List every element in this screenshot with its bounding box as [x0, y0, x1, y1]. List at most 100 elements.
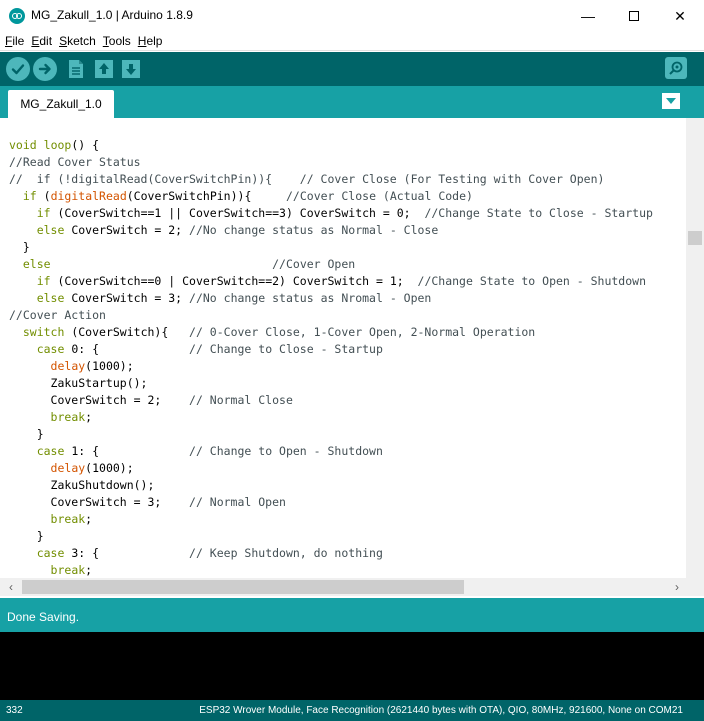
line-number: 332	[6, 705, 23, 716]
code-line[interactable]: else CoverSwitch = 3; //No change status…	[9, 290, 685, 307]
code-token: void	[9, 138, 37, 152]
code-line[interactable]: case 1: { // Change to Open - Shutdown	[9, 443, 685, 460]
code-line[interactable]: void loop() {	[9, 137, 685, 154]
code-token: (CoverSwitch==0 | CoverSwitch==2) CoverS…	[50, 274, 418, 288]
upload-button[interactable]	[33, 57, 57, 81]
code-token: ;	[85, 512, 93, 526]
code-line[interactable]: if (digitalRead(CoverSwitchPin)){ //Cove…	[9, 188, 685, 205]
code-token: CoverSwitch = 3;	[9, 495, 190, 509]
vertical-scrollbar[interactable]	[686, 118, 704, 578]
code-token: digitalRead	[50, 189, 127, 203]
serial-monitor-button[interactable]	[665, 57, 687, 79]
triangle-down-icon	[666, 98, 676, 104]
tab-strip: MG_Zakull_1.0	[0, 86, 704, 118]
status-message: Done Saving.	[7, 610, 80, 624]
code-token: //No change status as Normal - Close	[189, 223, 439, 237]
code-token: 1: {	[64, 444, 190, 458]
vertical-scroll-thumb[interactable]	[688, 231, 702, 245]
menu-edit[interactable]: Edit	[31, 34, 52, 48]
new-button[interactable]	[64, 57, 88, 81]
code-token: delay	[50, 461, 86, 475]
menu-tools[interactable]: Tools	[103, 34, 131, 48]
code-line[interactable]: }	[9, 426, 685, 443]
code-token: CoverSwitch = 3;	[64, 291, 190, 305]
code-line[interactable]: CoverSwitch = 3; // Normal Open	[9, 494, 685, 511]
code-line[interactable]: case 3: { // Keep Shutdown, do nothing	[9, 545, 685, 562]
code-line[interactable]: else //Cover Open	[9, 256, 685, 273]
scroll-right-arrow-icon[interactable]: ›	[668, 578, 686, 596]
code-editor[interactable]: void loop() {//Read Cover Status // if (!…	[0, 118, 704, 598]
minimize-button[interactable]: —	[565, 0, 611, 32]
code-token: (1000);	[85, 359, 134, 373]
tab-menu-button[interactable]	[662, 93, 680, 109]
close-icon: ✕	[674, 7, 686, 24]
code-line[interactable]: case 0: { // Change to Close - Startup	[9, 341, 685, 358]
code-token: ;	[85, 563, 93, 577]
code-line[interactable]: delay(1000);	[9, 460, 685, 477]
toolbar	[0, 52, 704, 86]
code-line[interactable]: if (CoverSwitch==1 || CoverSwitch==3) Co…	[9, 205, 685, 222]
code-line[interactable]: //Read Cover Status	[9, 154, 685, 171]
code-line[interactable]: ZakuStartup();	[9, 375, 685, 392]
menu-sketch[interactable]: Sketch	[59, 34, 96, 48]
arduino-logo-icon	[9, 8, 25, 24]
save-icon	[122, 60, 140, 78]
code-token: else	[36, 291, 65, 305]
code-line[interactable]: break;	[9, 562, 685, 579]
code-line[interactable]: }	[9, 239, 685, 256]
open-icon	[95, 60, 113, 78]
code-line[interactable]: if (CoverSwitch==0 | CoverSwitch==2) Cov…	[9, 273, 685, 290]
code-token: //Cover Open	[272, 257, 356, 271]
verify-button[interactable]	[6, 57, 30, 81]
code-token: (1000);	[85, 461, 134, 475]
code-token: loop	[43, 138, 72, 152]
code-token: switch	[22, 325, 65, 339]
code-line[interactable]: CoverSwitch = 2; // Normal Close	[9, 392, 685, 409]
code-token: //Cover Close (Actual Code)	[286, 189, 473, 203]
code-line[interactable]: }	[9, 528, 685, 545]
upload-icon	[38, 63, 51, 75]
bottom-bar: 332 ESP32 Wrover Module, Face Recognitio…	[0, 700, 704, 721]
menu-help[interactable]: Help	[138, 34, 163, 48]
code-token: }	[9, 529, 44, 543]
save-button[interactable]	[119, 57, 143, 81]
code-line[interactable]: // if (!digitalRead(CoverSwitchPin)){ //…	[9, 171, 685, 188]
code-token: if	[36, 206, 51, 220]
horizontal-scrollbar[interactable]: ‹ ›	[0, 578, 704, 596]
code-line[interactable]: ZakuShutdown();	[9, 477, 685, 494]
code-token: ZakuShutdown();	[9, 478, 155, 492]
code-line[interactable]: //Cover Action	[9, 307, 685, 324]
close-button[interactable]: ✕	[657, 0, 703, 32]
code-token: (	[36, 189, 51, 203]
code-token: break	[50, 563, 86, 577]
open-button[interactable]	[92, 57, 116, 81]
scroll-left-arrow-icon[interactable]: ‹	[2, 578, 20, 596]
code-token: break	[50, 512, 86, 526]
code-token: //Read Cover Status	[9, 155, 141, 169]
code-line[interactable]: break;	[9, 511, 685, 528]
maximize-icon	[629, 11, 639, 21]
menu-file[interactable]: File	[5, 34, 24, 48]
tab-mg-zakull[interactable]: MG_Zakull_1.0	[8, 90, 114, 118]
code-text[interactable]: void loop() {//Read Cover Status // if (!…	[9, 137, 685, 579]
code-line[interactable]: else CoverSwitch = 2; //No change status…	[9, 222, 685, 239]
code-token: else	[22, 257, 51, 271]
code-line[interactable]: delay(1000);	[9, 358, 685, 375]
code-line[interactable]: switch (CoverSwitch){ // 0-Cover Close, …	[9, 324, 685, 341]
maximize-button[interactable]	[611, 0, 657, 32]
console-output[interactable]	[0, 632, 704, 700]
horizontal-scroll-thumb[interactable]	[22, 580, 464, 594]
code-token: // Normal Close	[189, 393, 293, 407]
board-info: ESP32 Wrover Module, Face Recognition (2…	[199, 705, 683, 716]
code-line[interactable]: break;	[9, 409, 685, 426]
